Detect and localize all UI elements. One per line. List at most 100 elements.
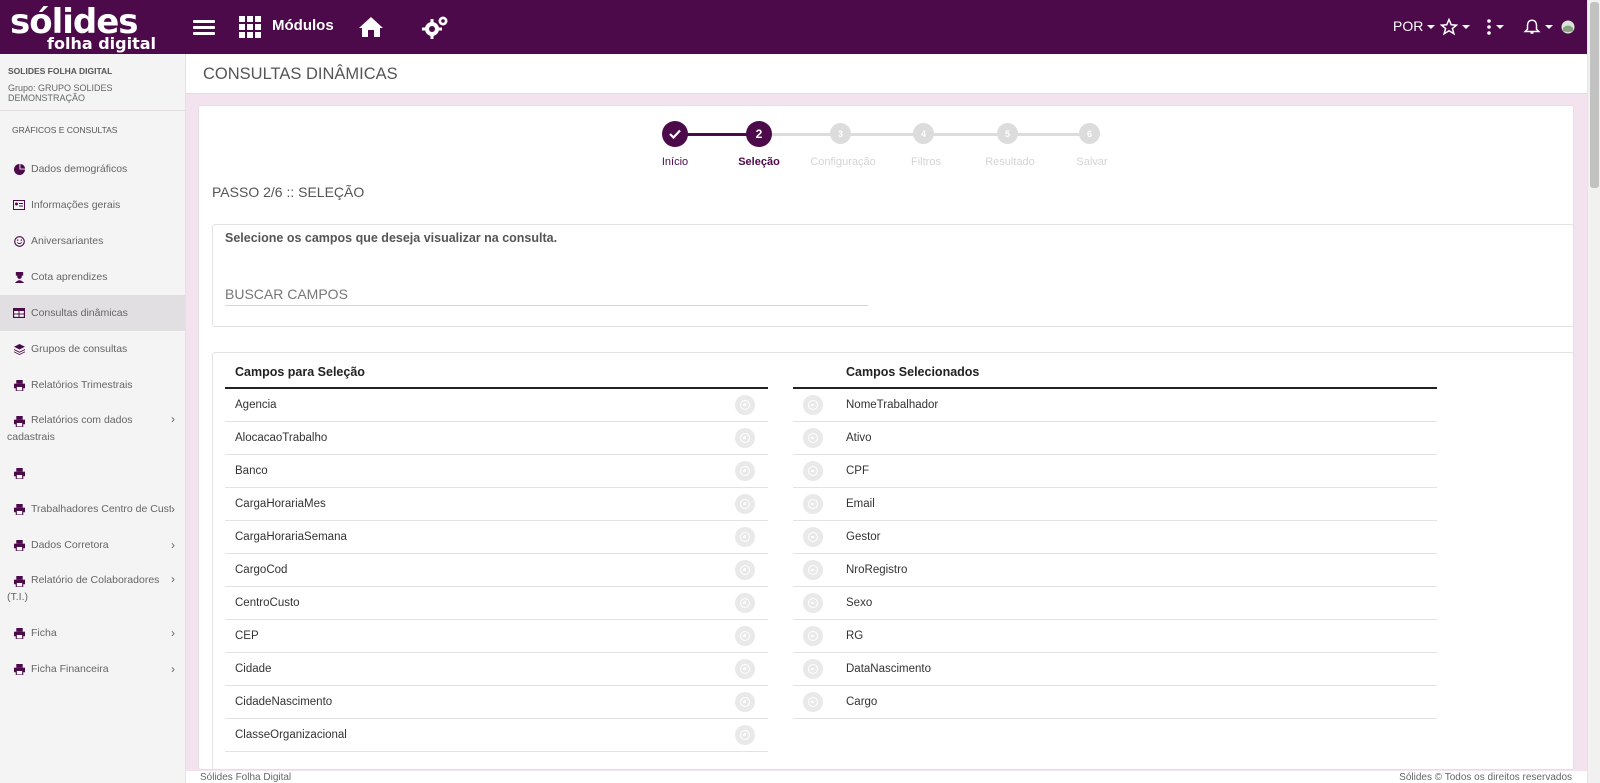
chevron-right-icon: › <box>171 412 175 426</box>
add-field-icon[interactable] <box>735 494 755 514</box>
sidebar-item-dados-demograficos[interactable]: Dados demográficos <box>0 151 185 187</box>
wizard-card: 2 3 4 5 6 Início Seleção Configuração Fi… <box>198 105 1574 770</box>
remove-field-icon[interactable] <box>803 659 823 679</box>
available-field-row[interactable]: CargoCod <box>225 554 768 587</box>
remove-field-icon[interactable] <box>803 692 823 712</box>
printer-icon <box>13 415 25 427</box>
sidebar-item-relatorios-trimestrais[interactable]: Relatórios Trimestrais <box>0 367 185 403</box>
field-name: CEP <box>235 630 259 642</box>
available-field-row[interactable]: CargaHorariaSemana <box>225 521 768 554</box>
remove-field-icon[interactable] <box>803 560 823 580</box>
printer-icon <box>13 467 25 479</box>
sidebar-item-label: Relatório de Colaboradores (T.I.) <box>7 574 160 603</box>
sidebar-item-label: Dados demográficos <box>31 163 128 175</box>
selected-field-row[interactable]: CPF <box>793 455 1437 488</box>
add-field-icon[interactable] <box>735 395 755 415</box>
selected-field-row[interactable]: DataNascimento <box>793 653 1437 686</box>
add-field-icon[interactable] <box>735 593 755 613</box>
selected-field-row[interactable]: Gestor <box>793 521 1437 554</box>
selected-field-row[interactable]: Ativo <box>793 422 1437 455</box>
chevron-right-icon: › <box>171 538 175 552</box>
more-vertical-icon[interactable] <box>1486 13 1504 41</box>
field-name: CargoCod <box>235 564 288 576</box>
sidebar-item-consultas-dinamicas[interactable]: Consultas dinâmicas <box>0 295 185 331</box>
sidebar-item-dados-corretora[interactable]: Dados Corretora › <box>0 527 185 563</box>
selected-field-row[interactable]: RG <box>793 620 1437 653</box>
sidebar-item-relatorio-de-colaboradores[interactable]: Relatório de Colaboradores (T.I.) › <box>0 563 185 615</box>
scrollbar-thumb[interactable] <box>1590 2 1599 188</box>
sidebar-item-label: Dados Corretora <box>31 539 109 551</box>
sidebar-item-grupos-de-consultas[interactable]: Grupos de consultas <box>0 331 185 367</box>
favorites-star-icon[interactable] <box>1440 13 1470 41</box>
field-name: AlocacaoTrabalho <box>235 432 328 444</box>
available-field-row[interactable]: Cidade <box>225 653 768 686</box>
add-field-icon[interactable] <box>735 560 755 580</box>
add-field-icon[interactable] <box>735 461 755 481</box>
footer: Sólides Folha Digital Sólides © Todos os… <box>186 771 1587 783</box>
add-field-icon[interactable] <box>735 659 755 679</box>
page-scrollbar[interactable] <box>1587 0 1600 783</box>
selection-instructions: Selecione os campos que deseja visualiza… <box>225 231 558 245</box>
selected-field-row[interactable]: Email <box>793 488 1437 521</box>
notifications-bell-icon[interactable] <box>1523 13 1553 41</box>
sidebar-item-label: Trabalhadores Centro de Custo <box>31 503 171 515</box>
home-icon[interactable] <box>358 13 384 41</box>
remove-field-icon[interactable] <box>803 428 823 448</box>
add-field-icon[interactable] <box>735 725 755 745</box>
sidebar-item-aniversariantes[interactable]: Aniversariantes <box>0 223 185 259</box>
step-2-dot[interactable]: 2 <box>746 121 772 147</box>
settings-gears-icon[interactable] <box>422 13 450 41</box>
step-1-check-icon[interactable] <box>662 121 688 147</box>
step-4-dot: 4 <box>913 123 934 144</box>
field-name: Email <box>846 498 875 510</box>
available-field-row[interactable]: AlocacaoTrabalho <box>225 422 768 455</box>
table-icon <box>13 307 25 319</box>
available-field-row[interactable]: Banco <box>225 455 768 488</box>
sidebar-item-unnamed-report[interactable] <box>0 455 185 491</box>
chevron-right-icon: › <box>171 662 175 676</box>
remove-field-icon[interactable] <box>803 461 823 481</box>
available-field-row[interactable]: CargaHorariaMes <box>225 488 768 521</box>
field-name: CidadeNascimento <box>235 696 333 708</box>
available-field-row[interactable]: CidadeNascimento <box>225 686 768 719</box>
sidebar-item-cota-aprendizes[interactable]: Cota aprendizes <box>0 259 185 295</box>
selected-field-row[interactable]: NroRegistro <box>793 554 1437 587</box>
organization-info: SOLIDES FOLHA DIGITAL Grupo: GRUPO SOLID… <box>0 54 185 111</box>
available-field-row[interactable]: ClasseOrganizacional <box>225 719 768 752</box>
available-field-row[interactable]: CEP <box>225 620 768 653</box>
selected-field-row[interactable]: Sexo <box>793 587 1437 620</box>
hamburger-menu-icon[interactable] <box>193 13 215 41</box>
sidebar-item-label: Cota aprendizes <box>31 271 108 283</box>
language-selector[interactable]: POR <box>1393 18 1436 34</box>
sidebar-item-ficha-financeira[interactable]: Ficha Financeira › <box>0 651 185 687</box>
sidebar-item-label: Aniversariantes <box>31 235 104 247</box>
remove-field-icon[interactable] <box>803 593 823 613</box>
remove-field-icon[interactable] <box>803 494 823 514</box>
selected-field-row[interactable]: Cargo <box>793 686 1437 719</box>
add-field-icon[interactable] <box>735 428 755 448</box>
search-fields-input[interactable] <box>225 282 868 306</box>
sidebar-item-relatorios-com-dados-cadastrais[interactable]: Relatórios com dados cadastrais › <box>0 403 185 455</box>
field-name: Sexo <box>846 597 873 609</box>
remove-field-icon[interactable] <box>803 626 823 646</box>
available-field-row[interactable]: CentroCusto <box>225 587 768 620</box>
user-avatar[interactable] <box>1561 13 1575 41</box>
add-field-icon[interactable] <box>735 527 755 547</box>
available-field-row[interactable]: Agencia <box>225 389 768 422</box>
modules-grid-icon[interactable] <box>239 13 261 41</box>
solides-logo[interactable]: sólides folha digital <box>10 2 160 53</box>
sidebar-item-label: Ficha Financeira <box>31 663 109 675</box>
remove-field-icon[interactable] <box>803 527 823 547</box>
available-fields-header: Campos para Seleção <box>225 353 768 389</box>
field-name: CargaHorariaSemana <box>235 531 347 543</box>
modules-menu-label[interactable]: Módulos <box>272 17 334 34</box>
field-selection-panel: Campos para Seleção Agencia AlocacaoTraba… <box>212 352 1573 769</box>
add-field-icon[interactable] <box>735 626 755 646</box>
sidebar-item-informacoes-gerais[interactable]: Informações gerais <box>0 187 185 223</box>
selected-field-row[interactable]: NomeTrabalhador <box>793 389 1437 422</box>
remove-field-icon[interactable] <box>803 395 823 415</box>
add-field-icon[interactable] <box>735 692 755 712</box>
sidebar-item-trabalhadores-centro-de-custo[interactable]: Trabalhadores Centro de Custo › <box>0 491 185 527</box>
organization-group: Grupo: GRUPO SOLIDES DEMONSTRAÇÃO <box>8 83 113 103</box>
sidebar-item-ficha[interactable]: Ficha › <box>0 615 185 651</box>
